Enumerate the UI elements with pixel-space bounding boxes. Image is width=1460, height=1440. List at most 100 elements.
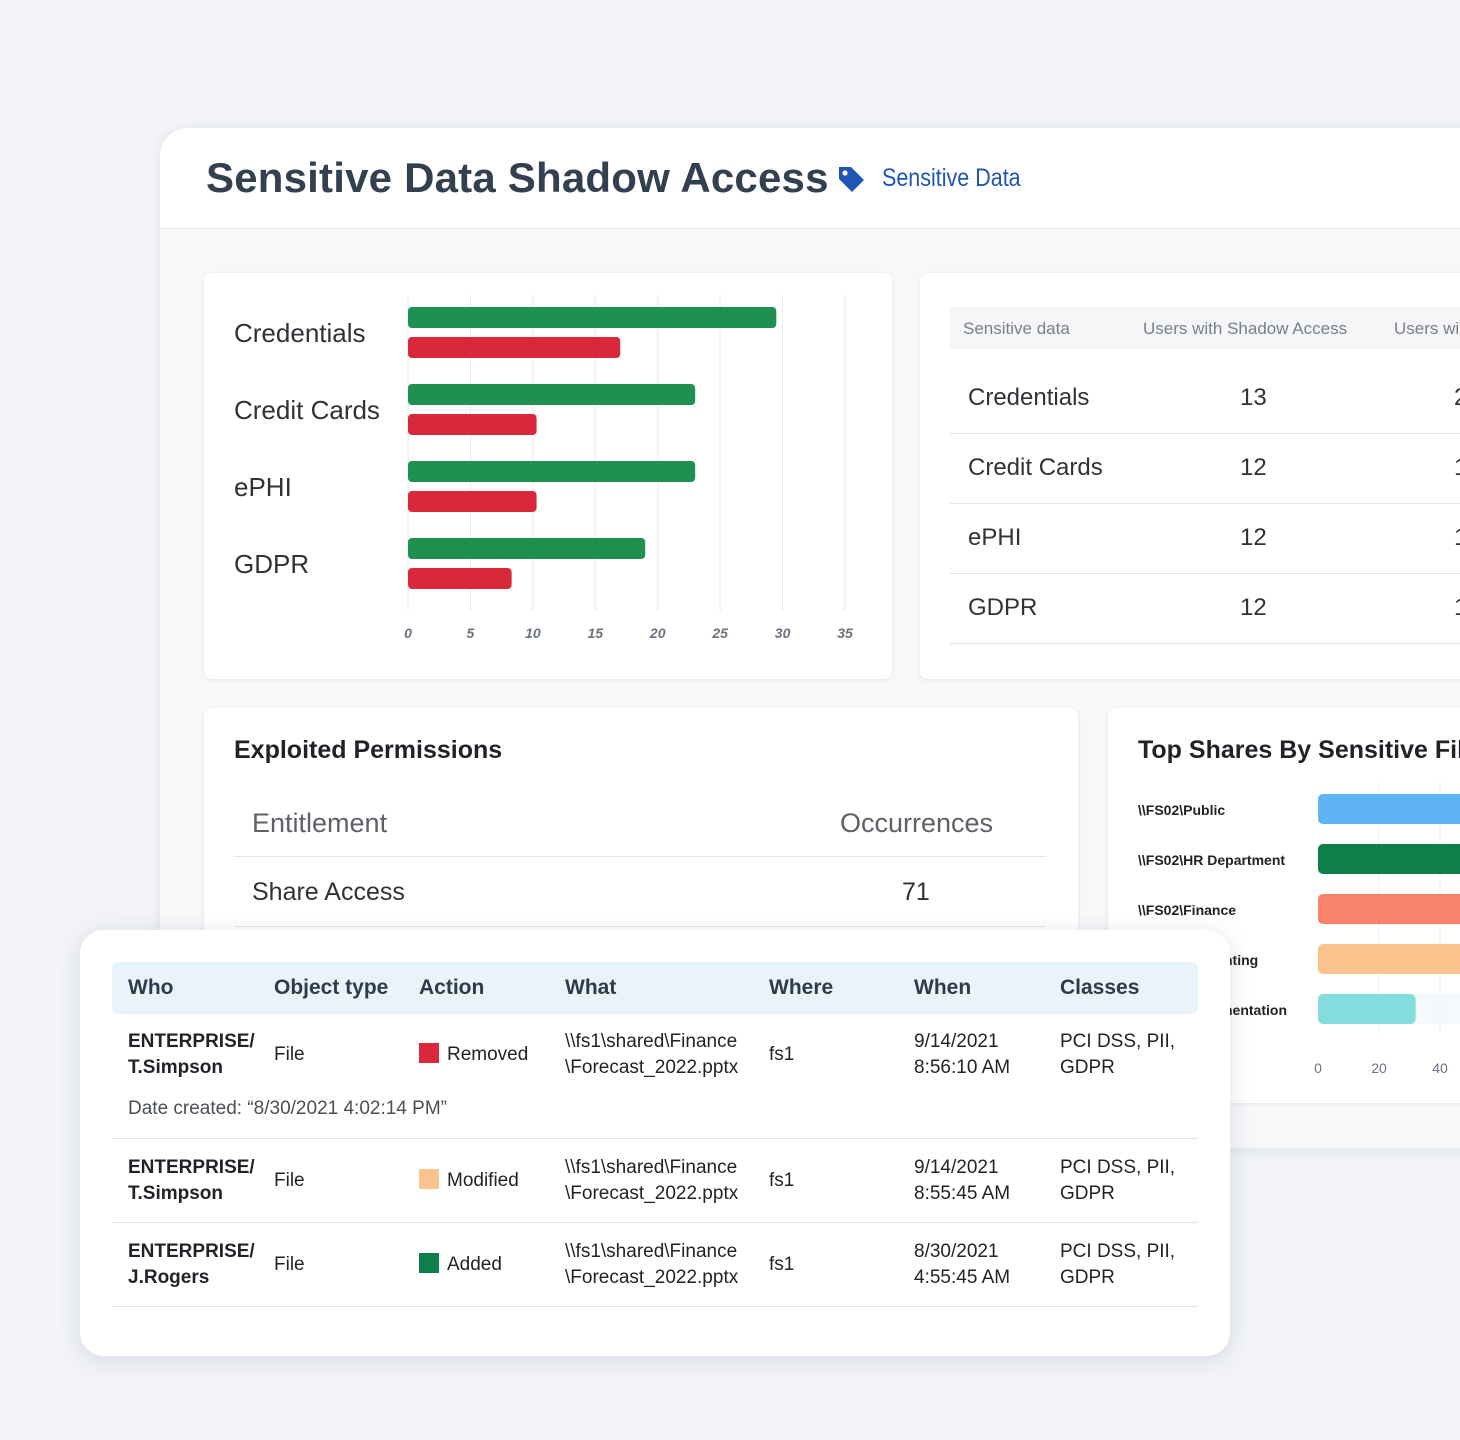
who-column-header: Who xyxy=(128,976,174,999)
bar xyxy=(408,384,696,405)
column-header: Sensitive data xyxy=(963,319,1070,338)
bar xyxy=(408,491,537,512)
third-column-value: 1 xyxy=(1454,594,1460,622)
permissions-header-row: Entitlement Occurrences xyxy=(234,798,1046,857)
action-cell: Modified xyxy=(419,1168,519,1194)
dashboard-header: Sensitive Data Shadow Access Sensitive D… xyxy=(160,128,1460,229)
when-time: 4:55:45 AM xyxy=(914,1267,1011,1288)
classes-line: PCI DSS, PII, xyxy=(1060,1157,1176,1178)
table-row[interactable]: Share Access 71 xyxy=(234,858,1046,927)
bar xyxy=(408,568,512,589)
who-domain: ENTERPRISE/ xyxy=(128,1157,255,1178)
x-tick-label: 0 xyxy=(1314,1060,1322,1076)
what-file: \Forecast_2022.pptx xyxy=(565,1267,739,1288)
sensitive-data-name: Credentials xyxy=(968,384,1090,411)
x-tick-label: 30 xyxy=(775,625,791,641)
bar xyxy=(1318,944,1460,974)
shadow-access-count: 13 xyxy=(1240,384,1267,411)
classes-line: GDPR xyxy=(1060,1057,1115,1078)
classes-line: PCI DSS, PII, xyxy=(1060,1241,1176,1262)
action-column-header: Action xyxy=(419,976,485,999)
object-type-cell: File xyxy=(274,1044,305,1065)
classes-cell: PCI DSS, PII, GDPR xyxy=(1060,1155,1175,1207)
x-tick-label: 20 xyxy=(1371,1060,1387,1076)
classes-cell: PCI DSS, PII, GDPR xyxy=(1060,1029,1175,1081)
when-date: 9/14/2021 xyxy=(914,1157,999,1178)
table-row[interactable]: Credentials 13 2 xyxy=(950,363,1460,434)
object-type-cell: File xyxy=(274,1170,305,1191)
bar xyxy=(408,538,646,559)
tag-icon xyxy=(839,167,864,192)
bar xyxy=(408,461,696,482)
what-cell: \\fs1\shared\Finance \Forecast_2022.pptx xyxy=(565,1029,738,1081)
table-row[interactable]: ENTERPRISE/ T.Simpson File Removed \\fs1… xyxy=(112,1014,1198,1139)
third-column-value: 1 xyxy=(1454,454,1460,482)
object-type-column-header: Object type xyxy=(274,976,389,999)
sensitive-data-name: Credit Cards xyxy=(968,454,1103,481)
bar xyxy=(1318,994,1416,1024)
column-header: Users with Shadow Access xyxy=(1143,319,1348,338)
shadow-access-count: 12 xyxy=(1240,594,1267,621)
table-row[interactable]: ENTERPRISE/ T.Simpson File Modified \\fs… xyxy=(112,1138,1198,1223)
where-cell: fs1 xyxy=(769,1044,795,1065)
entitlement-column-header: Entitlement xyxy=(252,808,388,838)
activity-table-header: Who Object type Action What Where When C… xyxy=(112,962,1198,1014)
shadow-access-bar-chart: Credentials Credit Cards ePHI GDPR 0 5 10 1… xyxy=(204,273,892,679)
bar xyxy=(1318,894,1460,924)
what-cell: \\fs1\shared\Finance \Forecast_2022.pptx xyxy=(565,1155,738,1207)
when-cell: 9/14/2021 8:56:10 AM xyxy=(914,1029,1010,1081)
bar xyxy=(1318,794,1460,824)
x-tick-label: 10 xyxy=(525,625,541,641)
when-cell: 9/14/2021 8:55:45 AM xyxy=(914,1155,1010,1207)
who-user: T.Simpson xyxy=(128,1057,224,1078)
activity-table-card: Who Object type Action What Where When C… xyxy=(80,930,1230,1356)
where-cell: fs1 xyxy=(769,1170,795,1191)
bar xyxy=(408,414,537,435)
who-cell: ENTERPRISE/ J.Rogers xyxy=(128,1239,255,1291)
table-row[interactable]: GDPR 12 1 xyxy=(950,573,1460,644)
what-file: \Forecast_2022.pptx xyxy=(565,1057,739,1078)
what-file: \Forecast_2022.pptx xyxy=(565,1183,739,1204)
action-status-swatch xyxy=(419,1169,439,1189)
x-tick-label: 35 xyxy=(837,625,853,641)
third-column-value: 2 xyxy=(1454,384,1460,412)
what-path: \\fs1\shared\Finance xyxy=(565,1031,738,1052)
occurrences-count: 71 xyxy=(902,878,930,906)
table-row[interactable]: Credit Cards 12 1 xyxy=(950,433,1460,504)
action-cell: Removed xyxy=(419,1042,528,1068)
classes-column-header: Classes xyxy=(1060,976,1140,999)
table-row[interactable]: ePHI 12 1 xyxy=(950,503,1460,574)
where-cell: fs1 xyxy=(769,1254,795,1275)
shadow-access-count: 12 xyxy=(1240,454,1267,481)
when-date: 9/14/2021 xyxy=(914,1031,999,1052)
what-column-header: What xyxy=(565,976,617,999)
sensitive-data-name: ePHI xyxy=(968,524,1022,551)
when-column-header: When xyxy=(914,976,972,999)
table-row[interactable]: ENTERPRISE/ J.Rogers File Added \\fs1\sh… xyxy=(112,1222,1198,1307)
bar xyxy=(408,337,621,358)
date-created-note: Date created: “8/30/2021 4:02:14 PM” xyxy=(128,1098,447,1119)
exploited-permissions-title: Exploited Permissions xyxy=(234,736,503,764)
sensitive-data-table: Sensitive data Users with Shadow Access … xyxy=(920,273,1460,679)
action-label: Modified xyxy=(447,1170,519,1191)
when-date: 8/30/2021 xyxy=(914,1241,999,1262)
who-domain: ENTERPRISE/ xyxy=(128,1031,255,1052)
entitlement-name: Share Access xyxy=(252,878,405,906)
when-time: 8:55:45 AM xyxy=(914,1183,1011,1204)
what-cell: \\fs1\shared\Finance \Forecast_2022.pptx xyxy=(565,1239,738,1291)
who-cell: ENTERPRISE/ T.Simpson xyxy=(128,1155,255,1207)
sensitive-data-name: GDPR xyxy=(968,594,1038,621)
bar-chart-plot: 0 5 10 15 20 25 30 35 xyxy=(404,295,853,641)
action-cell: Added xyxy=(419,1252,502,1278)
sensitive-data-tag[interactable]: Sensitive Data xyxy=(882,164,1021,193)
action-label: Removed xyxy=(447,1044,529,1065)
who-cell: ENTERPRISE/ T.Simpson xyxy=(128,1029,255,1081)
classes-line: PCI DSS, PII, xyxy=(1060,1031,1176,1052)
action-status-swatch xyxy=(419,1253,439,1273)
x-tick-label: 20 xyxy=(649,625,666,641)
column-header: Users wi xyxy=(1394,319,1460,338)
bar xyxy=(408,307,777,328)
action-label: Added xyxy=(447,1254,502,1275)
x-tick-label: 15 xyxy=(587,625,603,641)
x-tick-label: 0 xyxy=(404,625,412,641)
